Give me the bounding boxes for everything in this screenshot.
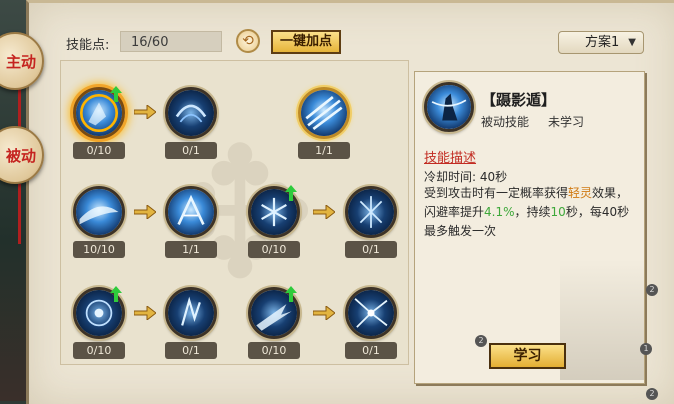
- description-title: 技能描述: [424, 151, 477, 166]
- skill-level: 0/1: [165, 142, 217, 159]
- skill-level: 1/1: [165, 241, 217, 258]
- skill-level: 0/10: [73, 142, 125, 159]
- refresh-icon: ⟲: [242, 33, 254, 49]
- badge: 1: [640, 343, 652, 355]
- desc-highlight: 10: [550, 205, 566, 219]
- arrow-right-icon: [134, 205, 156, 219]
- skill-level: 0/1: [345, 241, 397, 258]
- upgrade-arrow-icon: [285, 185, 297, 201]
- skill-level: 0/10: [248, 342, 300, 359]
- skill-description: 受到攻击时有一定概率获得轻灵效果，闪避率提升4.1%，持续10秒，每40秒最多触…: [424, 184, 634, 241]
- desc-text: 受到攻击时有一定概率获得: [424, 186, 569, 200]
- reset-points-button[interactable]: ⟲: [236, 29, 260, 53]
- badge: 2: [475, 335, 487, 347]
- arrow-right-icon: [134, 306, 156, 320]
- selected-skill-icon: [424, 82, 474, 132]
- chevron-down-icon: ▼: [628, 37, 636, 48]
- tab-tassel: [18, 184, 21, 244]
- skill-icon-7[interactable]: [345, 186, 397, 238]
- skill-icon-5[interactable]: [165, 186, 217, 238]
- plan-select[interactable]: 方案1 ▼: [558, 31, 644, 54]
- skill-icon-4[interactable]: [73, 186, 125, 238]
- desc-text: ，持续: [514, 205, 551, 219]
- one-key-add-points-button[interactable]: 一键加点: [271, 30, 341, 54]
- skill-icon-3[interactable]: [298, 87, 350, 139]
- learn-button[interactable]: 学习: [489, 343, 566, 369]
- arrow-right-icon: [313, 306, 335, 320]
- skill-points-value: 16/60: [120, 31, 222, 52]
- tab-passive-label: 被动: [5, 146, 36, 165]
- tab-tassel: [18, 88, 21, 128]
- desc-highlight: 轻灵: [568, 186, 593, 200]
- skill-points-label: 技能点:: [66, 38, 110, 53]
- skill-level: 10/10: [73, 241, 125, 258]
- skill-level: 0/10: [248, 241, 300, 258]
- badge: 2: [646, 388, 658, 400]
- skill-name: 【蹑影遁】: [481, 91, 557, 109]
- upgrade-arrow-icon: [110, 286, 122, 302]
- skill-icon-2[interactable]: [165, 87, 217, 139]
- skill-level: 0/1: [345, 342, 397, 359]
- plan-select-value: 方案1: [585, 35, 620, 50]
- skill-status: 未学习: [548, 115, 585, 129]
- skill-icon-11[interactable]: [345, 287, 397, 339]
- badge: 2: [646, 284, 658, 296]
- skill-level: 0/1: [165, 342, 217, 359]
- arrow-right-icon: [313, 205, 335, 219]
- skill-level: 0/10: [73, 342, 125, 359]
- arrow-right-icon: [134, 105, 156, 119]
- upgrade-arrow-icon: [110, 86, 122, 102]
- upgrade-arrow-icon: [285, 286, 297, 302]
- skill-type: 被动技能: [481, 115, 530, 129]
- cooldown-text: 冷却时间: 40秒: [424, 170, 508, 184]
- skill-icon-9[interactable]: [165, 287, 217, 339]
- tab-active-label: 主动: [5, 52, 36, 71]
- skill-level: 1/1: [298, 142, 350, 159]
- landscape-decoration: [560, 260, 644, 380]
- desc-highlight: 4.1%: [484, 205, 515, 219]
